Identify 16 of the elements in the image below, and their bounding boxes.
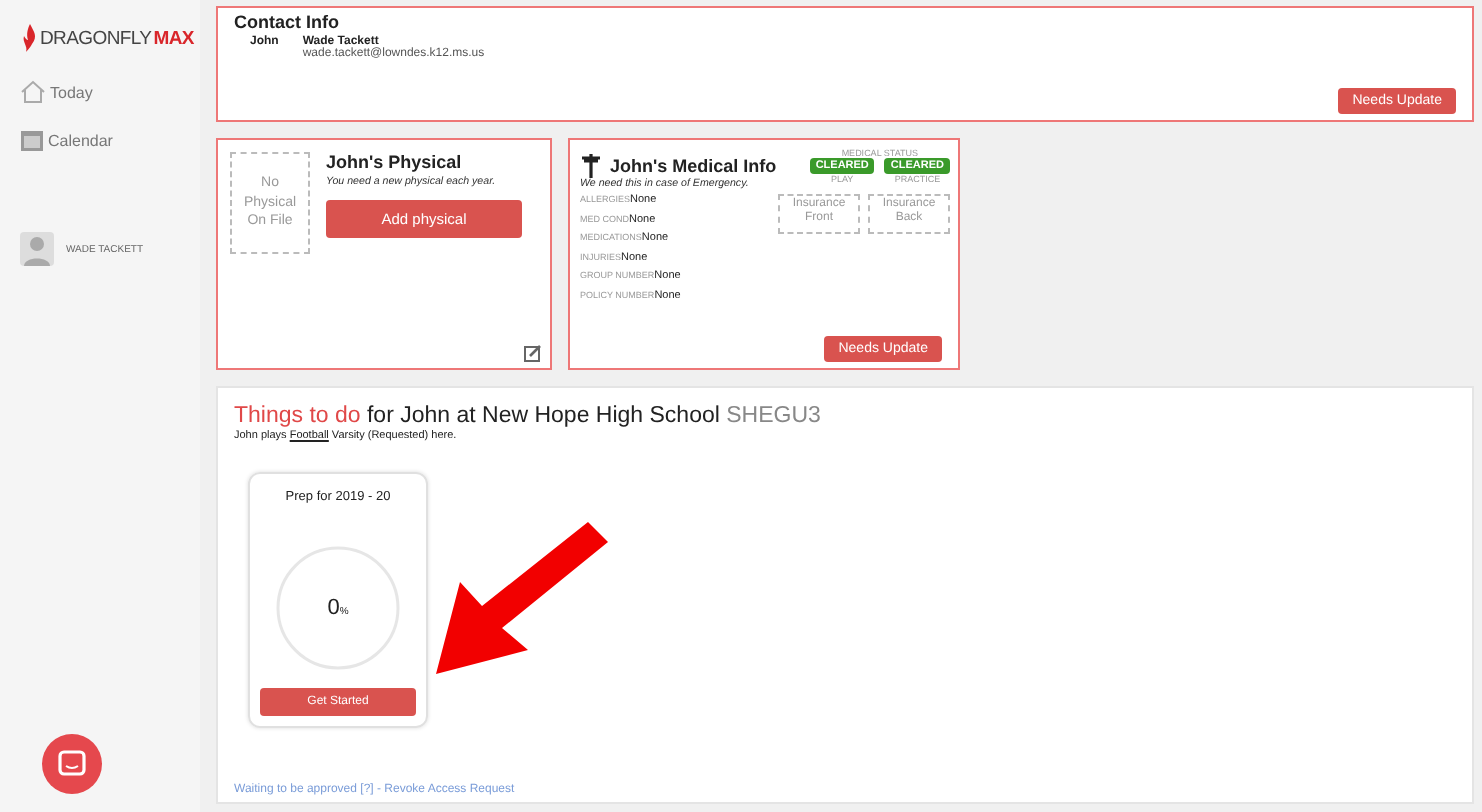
- todo-title: Things to do for John at New Hope High School SHEGU3: [234, 404, 823, 428]
- nav-item[interactable]: Calendar: [20, 128, 113, 152]
- progress-ring: [274, 544, 402, 672]
- chat-button[interactable]: [42, 734, 102, 794]
- logo: DRAGONFLYMAX: [20, 24, 200, 52]
- caduceus-icon: [580, 154, 602, 178]
- card-title: John's Medical Info: [610, 156, 777, 176]
- card-title: Contact Info: [234, 12, 341, 32]
- avatar-icon: [20, 232, 54, 266]
- home-icon: [20, 80, 46, 104]
- calendar-icon: [20, 128, 44, 152]
- edit-icon[interactable]: [524, 344, 542, 362]
- card-title: John's Physical: [326, 152, 464, 172]
- nav-item[interactable]: Today: [20, 80, 93, 104]
- flame-icon: [20, 24, 38, 52]
- chat-icon: [58, 750, 86, 778]
